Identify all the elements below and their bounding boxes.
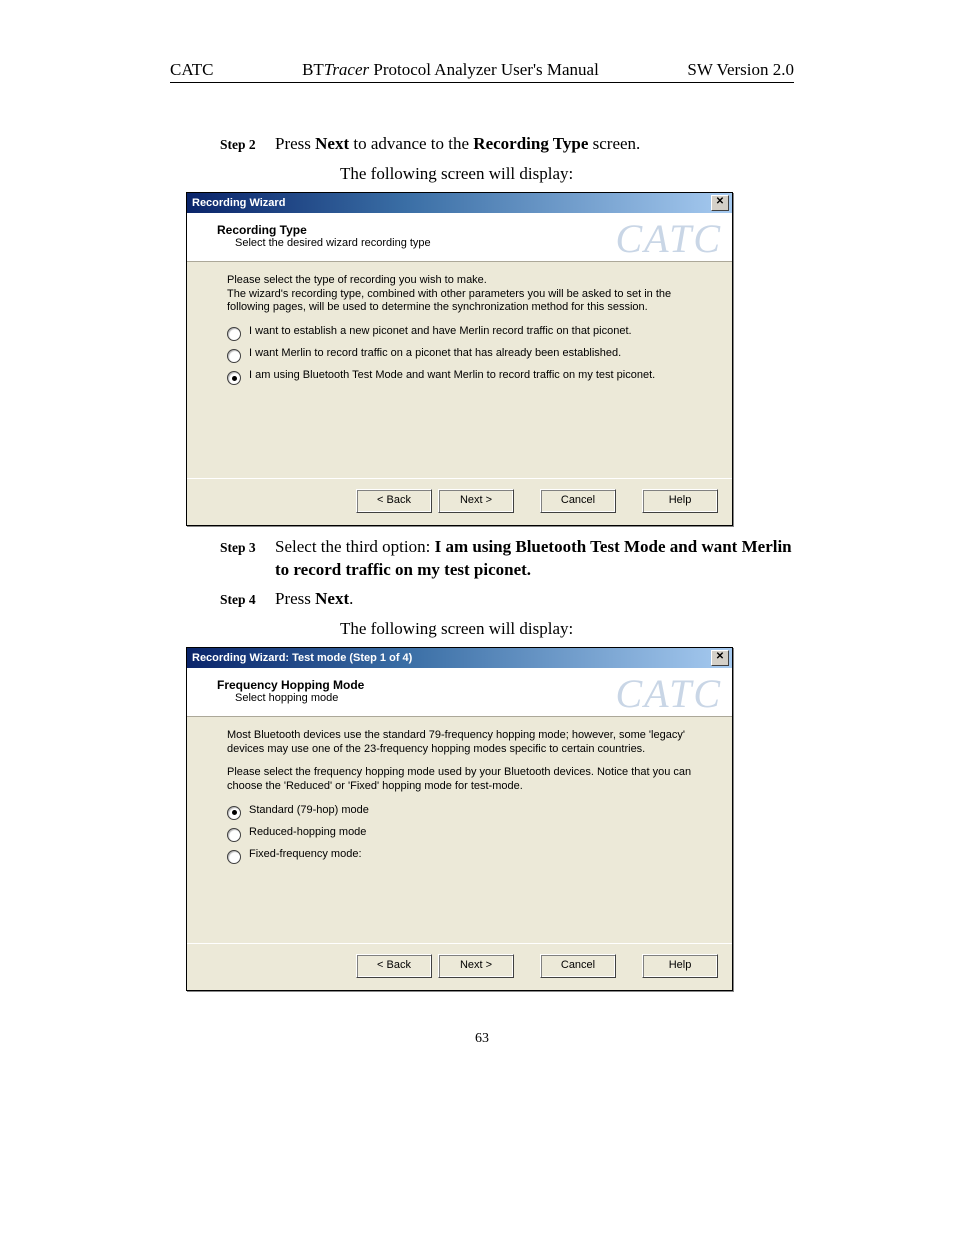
radio-option-standard-hop[interactable]: Standard (79-hop) mode bbox=[227, 804, 712, 820]
back-button[interactable]: < Back bbox=[356, 954, 432, 978]
titlebar: Recording Wizard ✕ bbox=[187, 193, 732, 213]
radio-icon[interactable] bbox=[227, 327, 241, 341]
radio-label: I want to establish a new piconet and ha… bbox=[249, 325, 632, 339]
step-label: Step 4 bbox=[220, 592, 275, 608]
radio-option-existing-piconet[interactable]: I want Merlin to record traffic on a pic… bbox=[227, 347, 712, 363]
next-button[interactable]: Next > bbox=[438, 954, 514, 978]
dialog-paragraph: Most Bluetooth devices use the standard … bbox=[227, 729, 712, 757]
dialog-header-title: Recording Type bbox=[217, 223, 712, 237]
radio-option-new-piconet[interactable]: I want to establish a new piconet and ha… bbox=[227, 325, 712, 341]
radio-icon[interactable] bbox=[227, 850, 241, 864]
close-icon[interactable]: ✕ bbox=[711, 195, 729, 211]
radio-label: I want Merlin to record traffic on a pic… bbox=[249, 347, 621, 361]
titlebar-title: Recording Wizard: Test mode (Step 1 of 4… bbox=[192, 652, 711, 664]
radio-option-test-mode[interactable]: I am using Bluetooth Test Mode and want … bbox=[227, 369, 712, 385]
caption-2: The following screen will display: bbox=[340, 619, 794, 639]
radio-icon[interactable] bbox=[227, 371, 241, 385]
test-mode-wizard-dialog: Recording Wizard: Test mode (Step 1 of 4… bbox=[186, 647, 733, 991]
step-body: Select the third option: I am using Blue… bbox=[275, 536, 794, 582]
step-body: Press Next. bbox=[275, 588, 353, 611]
dialog-header-sub: Select the desired wizard recording type bbox=[235, 237, 712, 249]
dialog-header: CATC Frequency Hopping Mode Select hoppi… bbox=[187, 668, 732, 717]
radio-label: Reduced-hopping mode bbox=[249, 826, 366, 840]
dialog-paragraph: Please select the type of recording you … bbox=[227, 274, 712, 315]
dialog-header-title: Frequency Hopping Mode bbox=[217, 678, 712, 692]
step-body: Press Next to advance to the Recording T… bbox=[275, 133, 640, 156]
next-button[interactable]: Next > bbox=[438, 489, 514, 513]
back-button[interactable]: < Back bbox=[356, 489, 432, 513]
header-center: BTTracer Protocol Analyzer User's Manual bbox=[213, 60, 687, 80]
step-3: Step 3 Select the third option: I am usi… bbox=[220, 536, 794, 582]
help-button[interactable]: Help bbox=[642, 954, 718, 978]
header-rule bbox=[170, 82, 794, 83]
radio-icon[interactable] bbox=[227, 828, 241, 842]
radio-option-fixed-freq[interactable]: Fixed-frequency mode: bbox=[227, 848, 712, 864]
step-4: Step 4 Press Next. bbox=[220, 588, 794, 611]
header-left: CATC bbox=[170, 60, 213, 80]
page-number: 63 bbox=[170, 1031, 794, 1047]
step-label: Step 3 bbox=[220, 540, 275, 556]
radio-label: I am using Bluetooth Test Mode and want … bbox=[249, 369, 655, 383]
dialog-footer: < Back Next > Cancel Help bbox=[187, 943, 732, 990]
dialog-header: CATC Recording Type Select the desired w… bbox=[187, 213, 732, 262]
header-right: SW Version 2.0 bbox=[687, 60, 794, 80]
dialog-paragraph: Please select the frequency hopping mode… bbox=[227, 766, 712, 794]
dialog-body: Please select the type of recording you … bbox=[187, 262, 732, 478]
radio-option-reduced-hop[interactable]: Reduced-hopping mode bbox=[227, 826, 712, 842]
radio-label: Standard (79-hop) mode bbox=[249, 804, 369, 818]
page-header: CATC BTTracer Protocol Analyzer User's M… bbox=[170, 60, 794, 80]
cancel-button[interactable]: Cancel bbox=[540, 954, 616, 978]
radio-label: Fixed-frequency mode: bbox=[249, 848, 362, 862]
cancel-button[interactable]: Cancel bbox=[540, 489, 616, 513]
radio-icon[interactable] bbox=[227, 806, 241, 820]
titlebar: Recording Wizard: Test mode (Step 1 of 4… bbox=[187, 648, 732, 668]
close-icon[interactable]: ✕ bbox=[711, 650, 729, 666]
radio-icon[interactable] bbox=[227, 349, 241, 363]
step-2: Step 2 Press Next to advance to the Reco… bbox=[220, 133, 794, 156]
step-label: Step 2 bbox=[220, 137, 275, 153]
dialog-footer: < Back Next > Cancel Help bbox=[187, 478, 732, 525]
recording-wizard-dialog: Recording Wizard ✕ CATC Recording Type S… bbox=[186, 192, 733, 526]
caption-1: The following screen will display: bbox=[340, 164, 794, 184]
dialog-header-sub: Select hopping mode bbox=[235, 692, 712, 704]
titlebar-title: Recording Wizard bbox=[192, 197, 711, 209]
dialog-body: Most Bluetooth devices use the standard … bbox=[187, 717, 732, 943]
help-button[interactable]: Help bbox=[642, 489, 718, 513]
